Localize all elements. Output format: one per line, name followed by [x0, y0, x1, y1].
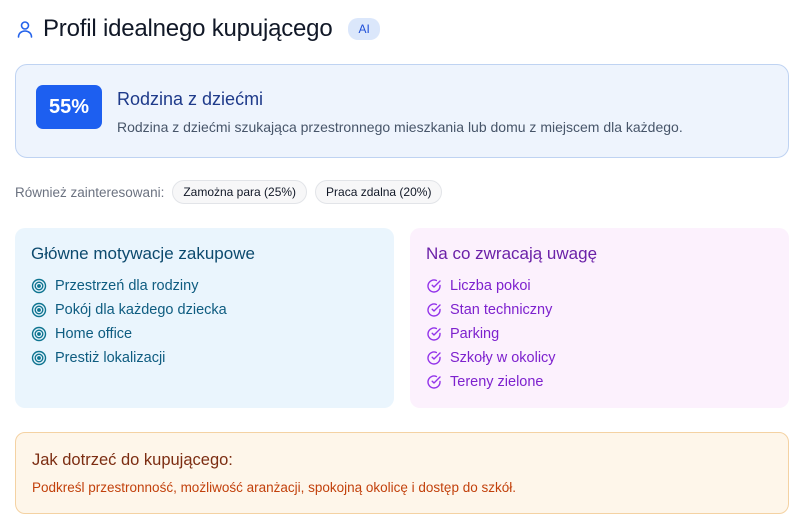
list-item: Parking [426, 322, 773, 346]
also-interested-row: Również zainteresowani: Zamożna para (25… [15, 180, 443, 204]
attention-label: Stan techniczny [450, 302, 553, 318]
list-item: Przestrzeń dla rodziny [31, 274, 378, 298]
motivation-label: Prestiż lokalizacji [55, 350, 166, 366]
check-circle-icon [426, 302, 442, 318]
target-icon [31, 278, 47, 294]
page-title: Profil idealnego kupującego [43, 15, 333, 42]
list-item: Prestiż lokalizacji [31, 346, 378, 370]
attention-panel: Na co zwracają uwagę Liczba pokoi Stan t… [410, 228, 789, 408]
attention-label: Szkoły w okolicy [450, 350, 556, 366]
reach-card: Jak dotrzeć do kupującego: Podkreśl prze… [15, 432, 789, 514]
list-item: Pokój dla każdego dziecka [31, 298, 378, 322]
check-circle-icon [426, 278, 442, 294]
attention-label: Liczba pokoi [450, 278, 531, 294]
check-circle-icon [426, 326, 442, 342]
list-item: Liczba pokoi [426, 274, 773, 298]
persona-percent-badge: 55% [36, 85, 102, 129]
primary-persona-card: 55% Rodzina z dziećmi Rodzina z dziećmi … [15, 64, 789, 158]
list-item: Stan techniczny [426, 298, 773, 322]
list-item: Home office [31, 322, 378, 346]
motivations-title: Główne motywacje zakupowe [31, 244, 255, 263]
target-icon [31, 302, 47, 318]
motivation-label: Home office [55, 326, 133, 342]
check-circle-icon [426, 350, 442, 366]
motivation-label: Pokój dla każdego dziecka [55, 302, 227, 318]
also-interested-label: Również zainteresowani: [15, 184, 165, 200]
motivation-label: Przestrzeń dla rodziny [55, 278, 199, 294]
persona-tag[interactable]: Praca zdalna (20%) [315, 180, 443, 204]
check-circle-icon [426, 374, 442, 390]
user-icon [15, 19, 35, 39]
target-icon [31, 326, 47, 342]
persona-description: Rodzina z dziećmi szukająca przestronneg… [117, 119, 683, 135]
attention-title: Na co zwracają uwagę [426, 244, 598, 263]
attention-label: Tereny zielone [450, 374, 544, 390]
persona-title: Rodzina z dziećmi [117, 89, 264, 109]
primary-persona-text: Rodzina z dziećmi Rodzina z dziećmi szuk… [117, 85, 683, 135]
attention-label: Parking [450, 326, 500, 342]
motivations-panel: Główne motywacje zakupowe Przestrzeń dla… [15, 228, 394, 408]
list-item: Szkoły w okolicy [426, 346, 773, 370]
target-icon [31, 350, 47, 366]
list-item: Tereny zielone [426, 370, 773, 394]
persona-tag[interactable]: Zamożna para (25%) [172, 180, 308, 204]
reach-title: Jak dotrzeć do kupującego: [32, 451, 233, 469]
header: Profil idealnego kupującego AI [15, 12, 380, 46]
ai-badge: AI [348, 18, 380, 40]
reach-description: Podkreśl przestronność, możliwość aranża… [32, 480, 516, 495]
